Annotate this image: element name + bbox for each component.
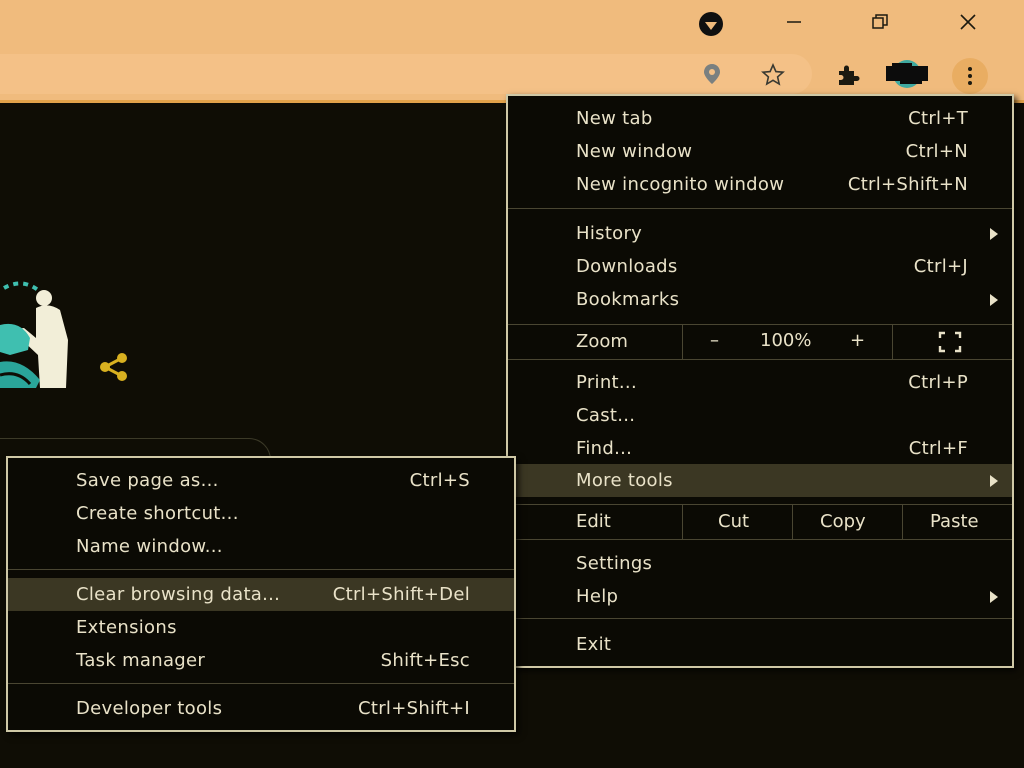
copy-button[interactable]: Copy	[820, 511, 866, 532]
menu-item-developer-tools[interactable]: Developer tools Ctrl+Shift+I	[8, 692, 514, 725]
zoom-row: Zoom – 100% +	[508, 324, 1012, 360]
edit-row: Edit Cut Copy Paste	[508, 504, 1012, 540]
menu-item-label: Find...	[576, 438, 633, 459]
submenu-arrow-icon	[990, 590, 998, 603]
menu-item-label: Help	[576, 586, 619, 607]
paste-button[interactable]: Paste	[930, 511, 979, 532]
divider	[682, 505, 683, 539]
restore-button[interactable]	[852, 0, 908, 44]
menu-item-help[interactable]: Help	[508, 580, 1012, 613]
menu-item-label: Task manager	[76, 650, 206, 671]
fullscreen-icon[interactable]	[938, 331, 962, 357]
zoom-label: Zoom	[576, 331, 628, 352]
divider	[892, 325, 893, 359]
menu-separator	[8, 683, 514, 684]
menu-item-cast[interactable]: Cast...	[508, 399, 1012, 432]
menu-kebab-icon[interactable]	[952, 58, 988, 94]
menu-item-shortcut: Ctrl+F	[908, 438, 968, 459]
menu-item-settings[interactable]: Settings	[508, 547, 1012, 580]
menu-item-more-tools[interactable]: More tools	[508, 464, 1012, 497]
menu-item-label: New window	[576, 141, 693, 162]
menu-item-new-window[interactable]: New window Ctrl+N	[508, 135, 1012, 168]
menu-item-new-tab[interactable]: New tab Ctrl+T	[508, 102, 1012, 135]
menu-item-label: Extensions	[76, 617, 177, 638]
menu-item-shortcut: Ctrl+Shift+N	[847, 174, 968, 195]
menu-item-label: New incognito window	[576, 174, 785, 195]
submenu-arrow-icon	[990, 293, 998, 306]
divider	[792, 505, 793, 539]
menu-item-shortcut: Ctrl+Shift+I	[357, 698, 470, 719]
location-icon[interactable]	[700, 62, 724, 86]
divider	[902, 505, 903, 539]
submenu-arrow-icon	[990, 474, 998, 487]
zoom-in-button[interactable]: +	[850, 330, 865, 351]
menu-item-create-shortcut[interactable]: Create shortcut...	[8, 497, 514, 530]
menu-item-label: History	[576, 223, 643, 244]
close-button[interactable]	[940, 0, 996, 44]
menu-item-label: Create shortcut...	[76, 503, 239, 524]
menu-item-label: Print...	[576, 372, 637, 393]
menu-item-bookmarks[interactable]: Bookmarks	[508, 283, 1012, 316]
close-icon	[960, 14, 976, 30]
share-icon[interactable]	[96, 350, 132, 384]
zoom-level: 100%	[760, 330, 812, 351]
menu-item-label: Downloads	[576, 256, 678, 277]
menu-item-clear-browsing-data[interactable]: Clear browsing data... Ctrl+Shift+Del	[8, 578, 514, 611]
menu-item-downloads[interactable]: Downloads Ctrl+J	[508, 250, 1012, 283]
menu-separator	[508, 208, 1012, 209]
address-bar[interactable]	[0, 54, 812, 94]
cut-button[interactable]: Cut	[718, 511, 749, 532]
menu-item-history[interactable]: History	[508, 217, 1012, 250]
menu-item-name-window[interactable]: Name window...	[8, 530, 514, 563]
menu-item-label: Save page as...	[76, 470, 219, 491]
more-tools-submenu: Save page as... Ctrl+S Create shortcut..…	[6, 456, 516, 732]
menu-item-exit[interactable]: Exit	[508, 628, 1012, 661]
menu-separator	[8, 569, 514, 570]
minimize-icon	[787, 21, 801, 23]
submenu-arrow-icon	[990, 227, 998, 240]
menu-item-label: Cast...	[576, 405, 636, 426]
minimize-button[interactable]	[766, 0, 822, 44]
menu-item-find[interactable]: Find... Ctrl+F	[508, 432, 1012, 465]
menu-item-print[interactable]: Print... Ctrl+P	[508, 366, 1012, 399]
menu-item-label: Exit	[576, 634, 612, 655]
menu-item-new-incognito-window[interactable]: New incognito window Ctrl+Shift+N	[508, 168, 1012, 201]
menu-item-task-manager[interactable]: Task manager Shift+Esc	[8, 644, 514, 677]
menu-item-shortcut: Ctrl+Shift+Del	[332, 584, 470, 605]
bookmark-star-icon[interactable]	[760, 62, 786, 88]
extensions-puzzle-icon[interactable]	[834, 62, 862, 88]
divider	[682, 325, 683, 359]
tab-search-icon	[699, 12, 723, 36]
menu-item-shortcut: Shift+Esc	[380, 650, 470, 671]
menu-item-label: Developer tools	[76, 698, 223, 719]
restore-icon	[872, 14, 888, 29]
chrome-main-menu: New tab Ctrl+T New window Ctrl+N New inc…	[506, 94, 1014, 668]
title-bar	[0, 0, 1024, 50]
menu-item-label: Bookmarks	[576, 289, 680, 310]
menu-item-label: New tab	[576, 108, 653, 129]
edit-label: Edit	[576, 511, 611, 532]
menu-item-label: Settings	[576, 553, 653, 574]
profile-avatar[interactable]	[884, 59, 930, 89]
menu-item-label: Clear browsing data...	[76, 584, 281, 605]
menu-item-save-page-as[interactable]: Save page as... Ctrl+S	[8, 464, 514, 497]
menu-item-extensions[interactable]: Extensions	[8, 611, 514, 644]
menu-item-label: Name window...	[76, 536, 223, 557]
menu-separator	[508, 618, 1012, 619]
menu-item-label: More tools	[576, 470, 673, 491]
menu-item-shortcut: Ctrl+P	[908, 372, 968, 393]
menu-item-shortcut: Ctrl+S	[409, 470, 470, 491]
tab-search-button[interactable]	[697, 12, 725, 36]
menu-item-shortcut: Ctrl+T	[908, 108, 968, 129]
page-illustration	[0, 280, 80, 395]
zoom-out-button[interactable]: –	[710, 330, 719, 351]
menu-item-shortcut: Ctrl+J	[913, 256, 968, 277]
menu-item-shortcut: Ctrl+N	[905, 141, 968, 162]
